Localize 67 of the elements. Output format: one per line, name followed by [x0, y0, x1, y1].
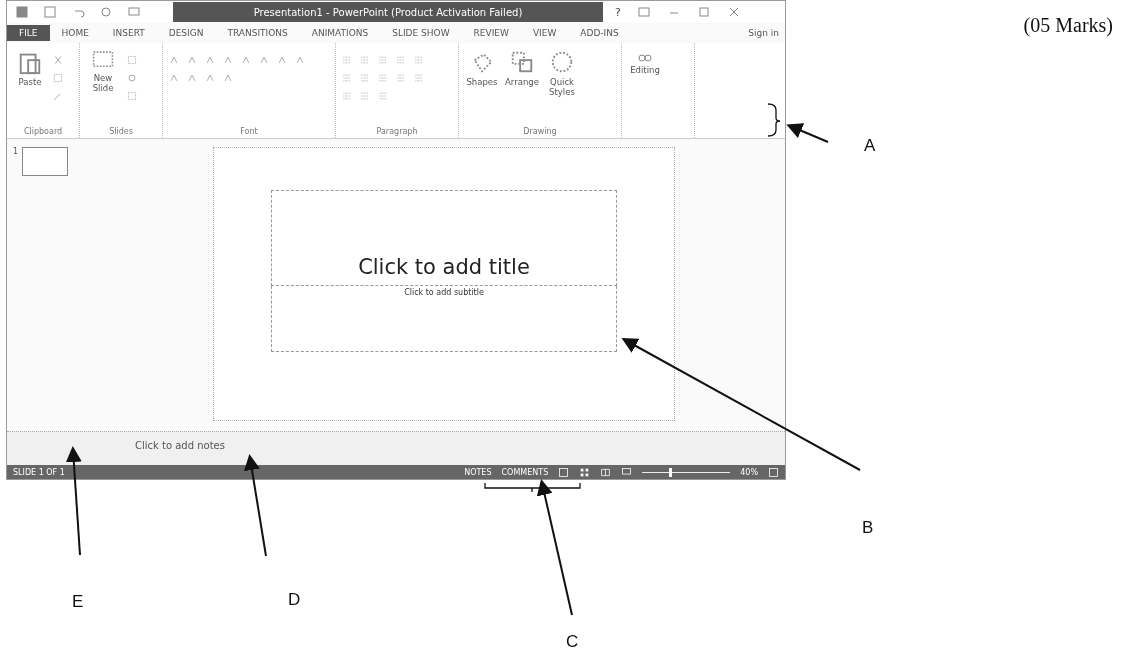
arrow: [786, 123, 829, 143]
slide-thumbnail[interactable]: [22, 147, 69, 176]
paragraph-format-icon[interactable]: [342, 55, 352, 65]
subtitle-placeholder[interactable]: Click to add subtitle: [271, 286, 617, 352]
notes-pane[interactable]: Click to add notes: [7, 431, 785, 465]
paragraph-format-icon[interactable]: [378, 73, 388, 83]
paragraph-format-icon[interactable]: [414, 55, 424, 65]
ribbon-button[interactable]: New Slide: [86, 49, 120, 93]
paragraph-format-icon[interactable]: [360, 73, 370, 83]
normal-view-icon[interactable]: [558, 466, 570, 478]
ribbon-button[interactable]: Quick Styles: [545, 49, 579, 97]
ribbon-button[interactable]: Paste: [13, 49, 47, 87]
group-label: Drawing: [522, 127, 558, 136]
ribbon-button[interactable]: Arrange: [505, 49, 539, 87]
save-icon[interactable]: [43, 5, 57, 19]
paragraph-format-icon[interactable]: [342, 91, 352, 101]
window-title: Presentation1 - PowerPoint (Product Activation Failed): [173, 2, 603, 22]
ribbon-tab[interactable]: REVIEW: [461, 25, 521, 41]
presenter-icon[interactable]: [621, 466, 633, 478]
file-tab[interactable]: FILE: [7, 25, 50, 41]
help-button[interactable]: ?: [615, 5, 621, 19]
title-placeholder[interactable]: Click to add title: [271, 190, 617, 286]
group-label: Slides: [108, 127, 134, 136]
reading-view-icon[interactable]: [600, 466, 612, 478]
fit-icon[interactable]: [768, 466, 779, 478]
paragraph-format-icon[interactable]: [342, 73, 352, 83]
paragraph-format-icon[interactable]: [378, 91, 388, 101]
callout-letter: E: [72, 592, 84, 612]
ribbon-tab[interactable]: TRANSITIONS: [215, 25, 300, 41]
ribbon-button[interactable]: Editing: [628, 49, 662, 75]
paragraph-format-icon[interactable]: [396, 55, 406, 65]
app-icon[interactable]: [15, 5, 29, 19]
maximize-icon[interactable]: [696, 5, 711, 19]
comments-button[interactable]: COMMENTS: [501, 467, 549, 477]
notes-button[interactable]: NOTES: [464, 467, 492, 477]
ribbon-tab[interactable]: VIEW: [520, 25, 569, 41]
ribbon-tab[interactable]: ADD-INS: [568, 25, 631, 41]
scissors-icon[interactable]: [53, 55, 63, 65]
callout-letter: B: [862, 518, 874, 538]
group-label: Paragraph: [375, 127, 419, 136]
arrange-icon[interactable]: [509, 49, 535, 75]
paragraph-format-icon[interactable]: [396, 73, 406, 83]
ribbon-tab[interactable]: HOME: [49, 25, 101, 41]
paragraph-format-icon[interactable]: [414, 73, 424, 83]
circle-icon[interactable]: [549, 49, 575, 75]
slide-counter: SLIDE 1 OF 1: [13, 467, 65, 477]
callout-letter: D: [288, 590, 301, 610]
ribbon-tab[interactable]: INSERT: [100, 25, 157, 41]
brace: [767, 103, 781, 137]
marks-label: (05 Marks): [1023, 14, 1113, 37]
group-label: Font: [239, 127, 259, 136]
paragraph-format-icon[interactable]: [378, 55, 388, 65]
ribbon-tab[interactable]: SLIDE SHOW: [380, 25, 462, 41]
callout-letter: A: [864, 136, 876, 156]
paragraph-format-icon[interactable]: [360, 91, 370, 101]
callout-letter: C: [566, 632, 579, 652]
ribbon-button[interactable]: Shapes: [465, 49, 499, 87]
ribbon-tab[interactable]: DESIGN: [156, 25, 216, 41]
zoom-level[interactable]: 40%: [740, 467, 758, 477]
sorter-view-icon[interactable]: [579, 466, 591, 478]
slideshow-icon[interactable]: [127, 5, 141, 19]
sign-in-link[interactable]: Sign in: [748, 28, 785, 38]
paragraph-format-icon[interactable]: [360, 55, 370, 65]
ribbon-tab[interactable]: ANIMATIONS: [299, 25, 381, 41]
group-label: Clipboard: [22, 127, 64, 136]
slide-number: 1: [13, 147, 19, 156]
ribbon-display-icon[interactable]: [636, 5, 651, 19]
